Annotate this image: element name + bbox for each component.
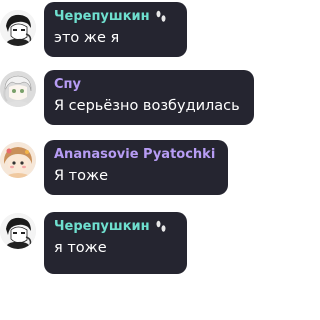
author-name[interactable]: Ananasovie Pyatochki <box>54 147 215 162</box>
avatar-image <box>0 10 36 46</box>
message-text: Я серьёзно возбудилась <box>54 98 240 114</box>
avatar-image <box>0 213 36 249</box>
footprints-icon <box>155 220 167 233</box>
avatar[interactable] <box>0 213 36 249</box>
message-text: Я тоже <box>54 168 108 184</box>
message-text: это же я <box>54 30 120 46</box>
avatar-image <box>0 71 36 107</box>
message-bubble: Черепушкин это же я <box>44 2 187 57</box>
author-name[interactable]: Спу <box>54 77 81 92</box>
message-bubble: Черепушкин я тоже <box>44 212 187 274</box>
avatar[interactable] <box>0 10 36 46</box>
author-name[interactable]: Черепушкин <box>54 9 150 24</box>
message-text: я тоже <box>54 240 107 256</box>
avatar-image <box>0 142 36 178</box>
message-bubble: Спу Я серьёзно возбудилась <box>44 70 254 125</box>
avatar[interactable] <box>0 142 36 178</box>
avatar[interactable] <box>0 71 36 107</box>
message-bubble: Ananasovie Pyatochki Я тоже <box>44 140 228 195</box>
author-name[interactable]: Черепушкин <box>54 219 150 234</box>
footprints-icon <box>155 10 167 23</box>
